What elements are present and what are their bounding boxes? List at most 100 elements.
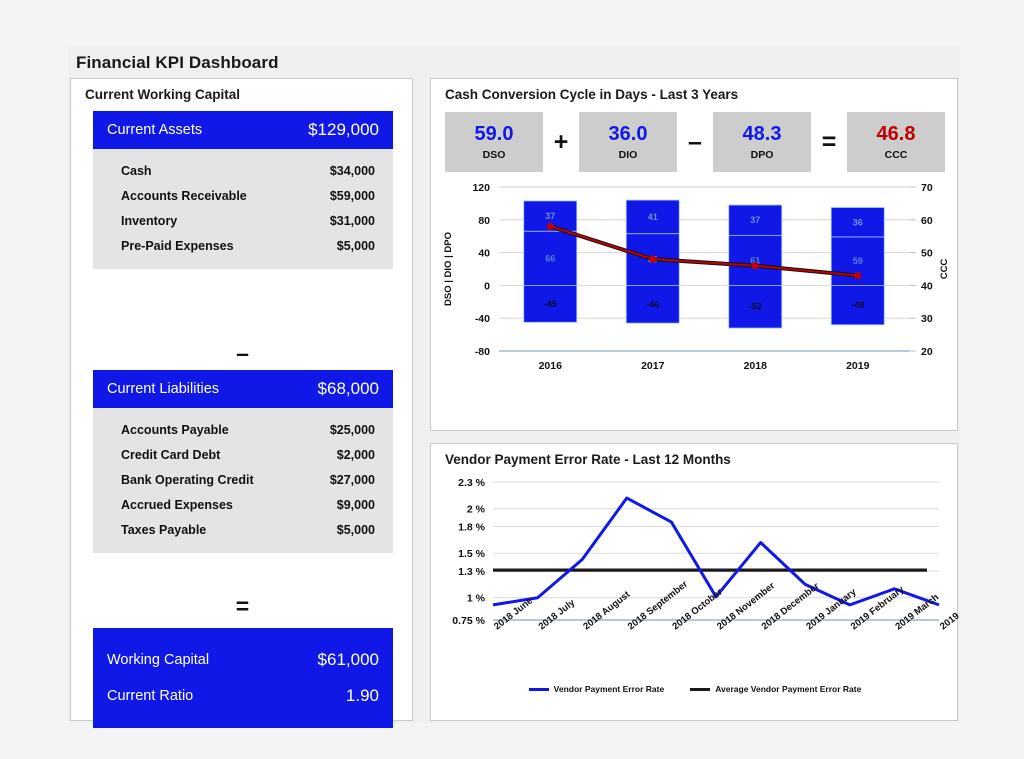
svg-text:CCC: CCC xyxy=(939,259,950,280)
table-row: Accrued Expenses $9,000 xyxy=(107,492,379,517)
kpi-dpo: 48.3 DPO xyxy=(713,112,811,172)
legend-label: Vendor Payment Error Rate xyxy=(553,684,665,694)
row-value: $9,000 xyxy=(336,497,375,512)
equals-operator: = xyxy=(235,593,250,619)
svg-text:2018: 2018 xyxy=(744,360,768,372)
svg-text:0: 0 xyxy=(484,280,490,292)
kpi-ccc: 46.8 CCC xyxy=(847,112,945,172)
row-value: $5,000 xyxy=(336,522,375,537)
ccc-bar-chart: 120 80 40 0 -40 -80 70 60 50 40 30 20 DSO | DIO | DP… xyxy=(443,182,950,372)
kpi-dpo-caption: DPO xyxy=(750,149,774,161)
working-capital-totals-block: Working Capital $61,000 Current Ratio 1.… xyxy=(93,628,393,728)
row-value: $34,000 xyxy=(329,163,375,178)
svg-text:20: 20 xyxy=(921,346,933,358)
row-label: Bank Operating Credit xyxy=(121,472,254,487)
svg-text:-48: -48 xyxy=(851,300,864,310)
svg-text:120: 120 xyxy=(472,182,490,194)
dashboard-root: Financial KPI Dashboard Current Working … xyxy=(68,45,960,728)
svg-text:2017: 2017 xyxy=(641,360,665,372)
minus-operator: – xyxy=(236,340,249,366)
svg-text:1.3 %: 1.3 % xyxy=(458,566,486,578)
totals-box: Working Capital $61,000 Current Ratio 1.… xyxy=(93,628,393,728)
working-capital-value: $61,000 xyxy=(317,650,379,669)
svg-text:30: 30 xyxy=(921,313,933,325)
legend-item-average-error-rate: Average Vendor Payment Error Rate xyxy=(690,684,861,694)
svg-text:37: 37 xyxy=(545,211,555,221)
kpi-dso-value: 59.0 xyxy=(474,123,514,145)
table-row: Bank Operating Credit $27,000 xyxy=(107,467,379,492)
current-liabilities-rows: Accounts Payable $25,000 Credit Card Deb… xyxy=(93,408,393,553)
kpi-dio: 36.0 DIO xyxy=(579,112,677,172)
svg-text:80: 80 xyxy=(478,215,490,227)
kpi-ccc-value: 46.8 xyxy=(876,123,916,145)
svg-text:1.8 %: 1.8 % xyxy=(458,522,486,534)
row-value: $31,000 xyxy=(329,213,375,228)
table-row: Accounts Receivable $59,000 xyxy=(107,183,379,208)
svg-text:2018 August: 2018 August xyxy=(581,589,633,633)
svg-text:66: 66 xyxy=(545,253,555,263)
row-value: $25,000 xyxy=(329,422,375,437)
row-label: Cash xyxy=(121,163,152,178)
svg-text:2016: 2016 xyxy=(539,360,563,372)
ccc-title: Cash Conversion Cycle in Days - Last 3 Y… xyxy=(445,87,739,102)
svg-text:2019: 2019 xyxy=(846,360,870,372)
kpi-dpo-value: 48.3 xyxy=(742,123,782,145)
svg-text:-46: -46 xyxy=(646,299,659,309)
kpi-operator-plus: + xyxy=(553,127,569,156)
row-value: $5,000 xyxy=(336,238,375,253)
svg-text:1.5 %: 1.5 % xyxy=(458,548,486,560)
row-value: $27,000 xyxy=(329,472,375,487)
current-liabilities-value: $68,000 xyxy=(317,379,379,398)
row-value: $59,000 xyxy=(329,188,375,203)
svg-text:40: 40 xyxy=(478,248,490,260)
page-title: Financial KPI Dashboard xyxy=(76,53,279,72)
kpi-ccc-caption: CCC xyxy=(884,149,908,161)
working-capital-title: Current Working Capital xyxy=(85,87,241,102)
table-row: Inventory $31,000 xyxy=(107,208,379,233)
table-row: Accounts Payable $25,000 xyxy=(107,417,379,442)
svg-text:1 %: 1 % xyxy=(467,593,486,605)
svg-text:-45: -45 xyxy=(544,299,557,309)
ccc-panel: Cash Conversion Cycle in Days - Last 3 Y… xyxy=(430,78,958,462)
kpi-dso: 59.0 DSO xyxy=(445,112,543,172)
row-label: Credit Card Debt xyxy=(121,447,221,462)
svg-text:59: 59 xyxy=(853,256,863,266)
current-assets-rows: Cash $34,000 Accounts Receivable $59,000… xyxy=(93,149,393,269)
working-capital-panel: Current Working Capital Current Assets $… xyxy=(70,78,413,728)
total-row: Current Ratio 1.90 xyxy=(107,678,379,714)
legend-line-icon xyxy=(528,687,549,691)
row-label: Accrued Expenses xyxy=(121,497,233,512)
current-assets-label: Current Assets xyxy=(107,122,203,138)
row-label: Pre-Paid Expenses xyxy=(121,238,234,253)
legend-line-icon xyxy=(690,687,711,691)
svg-text:60: 60 xyxy=(921,215,933,227)
total-row: Working Capital $61,000 xyxy=(107,642,379,678)
legend-item-vendor-error-rate: Vendor Payment Error Rate xyxy=(528,684,665,694)
current-ratio-value: 1.90 xyxy=(345,686,379,705)
table-row: Pre-Paid Expenses $5,000 xyxy=(107,233,379,258)
error-rate-line-chart: 2.3 %2 %1.8 %1.5 %1.3 %1 %0.75 % 2018 Jun… xyxy=(452,477,959,633)
kpi-operator-equals: = xyxy=(821,127,837,156)
svg-text:0.75 %: 0.75 % xyxy=(452,615,485,627)
svg-text:2019 April: 2019 April xyxy=(938,596,959,632)
svg-text:2.3 %: 2.3 % xyxy=(458,477,486,489)
svg-text:50: 50 xyxy=(921,248,933,260)
svg-text:36: 36 xyxy=(853,217,863,227)
current-liabilities-block: Current Liabilities $68,000 Accounts Pay… xyxy=(93,370,393,553)
kpi-dio-value: 36.0 xyxy=(608,123,648,145)
error-rate-legend: Vendor Payment Error Rate Average Vendor… xyxy=(431,684,959,694)
error-rate-title: Vendor Payment Error Rate - Last 12 Mont… xyxy=(445,452,731,467)
ccc-kpi-strip: 59.0 DSO + 36.0 DIO – 48.3 DPO = 46.8 CC… xyxy=(445,111,945,173)
current-assets-value: $129,000 xyxy=(308,120,379,139)
svg-text:2018 July: 2018 July xyxy=(537,597,578,632)
legend-label: Average Vendor Payment Error Rate xyxy=(715,684,862,694)
svg-text:-52: -52 xyxy=(749,302,762,312)
working-capital-label: Working Capital xyxy=(107,652,210,668)
svg-text:41: 41 xyxy=(648,212,658,222)
kpi-dso-caption: DSO xyxy=(482,149,506,161)
table-row: Credit Card Debt $2,000 xyxy=(107,442,379,467)
row-value: $2,000 xyxy=(336,447,375,462)
row-label: Taxes Payable xyxy=(121,522,207,537)
svg-text:40: 40 xyxy=(921,280,933,292)
row-label: Accounts Payable xyxy=(121,422,229,437)
